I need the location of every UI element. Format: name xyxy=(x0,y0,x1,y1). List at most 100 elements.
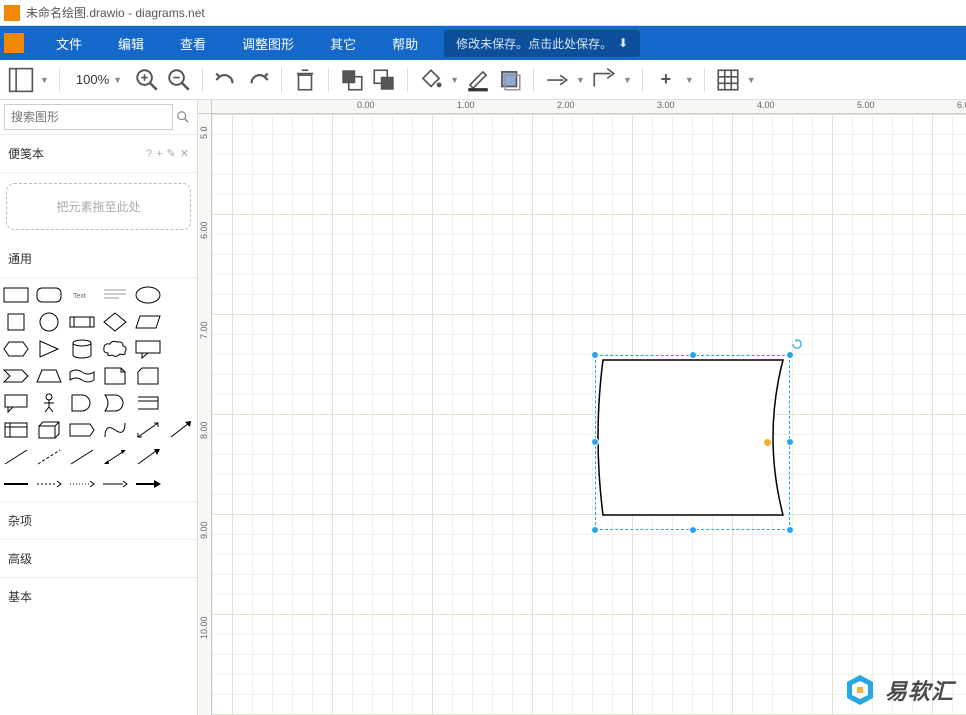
to-back-button[interactable] xyxy=(371,67,397,93)
waypoint-button[interactable] xyxy=(591,67,617,93)
shape-circle[interactable] xyxy=(35,311,63,333)
shape-internal[interactable] xyxy=(2,419,30,441)
shape-link-dash[interactable] xyxy=(35,473,63,495)
general-category-header[interactable]: 通用 xyxy=(0,240,197,278)
line-color-button[interactable] xyxy=(465,67,491,93)
basic-category[interactable]: 基本 xyxy=(0,577,197,615)
shape-rounded[interactable] xyxy=(35,284,63,306)
resize-handle-e[interactable] xyxy=(786,438,794,446)
zoom-selector[interactable]: 100% ▼ xyxy=(70,70,128,89)
shape-blank4[interactable] xyxy=(167,365,195,387)
shape-dashline[interactable] xyxy=(35,446,63,468)
undo-button[interactable] xyxy=(213,67,239,93)
shape-cylinder[interactable] xyxy=(68,338,96,360)
zoom-out-button[interactable] xyxy=(166,67,192,93)
shadow-button[interactable] xyxy=(497,67,523,93)
connection-point[interactable] xyxy=(764,439,771,446)
shape-line[interactable] xyxy=(2,446,30,468)
search-input[interactable] xyxy=(4,104,173,130)
resize-handle-s[interactable] xyxy=(689,526,697,534)
shape-callout2[interactable] xyxy=(2,392,30,414)
canvas-area[interactable]: 0.00 1.00 2.00 3.00 4.00 5.00 6.00 5.0 6… xyxy=(198,100,966,715)
resize-handle-w[interactable] xyxy=(591,438,599,446)
scratchpad-dropzone[interactable]: 把元素拖至此处 xyxy=(6,183,191,230)
dropdown-caret-icon[interactable]: ▼ xyxy=(576,75,585,85)
help-icon[interactable]: ? xyxy=(146,148,152,160)
shape-ellipse[interactable] xyxy=(134,284,162,306)
shape-blank7[interactable] xyxy=(167,473,195,495)
shape-cloud[interactable] xyxy=(101,338,129,360)
resize-handle-nw[interactable] xyxy=(591,351,599,359)
shape-triangle[interactable] xyxy=(35,338,63,360)
advanced-category[interactable]: 高级 xyxy=(0,539,197,577)
shape-cube[interactable] xyxy=(35,419,63,441)
shape-text[interactable]: Text xyxy=(68,284,96,306)
search-icon[interactable] xyxy=(173,110,193,124)
shape-link-dot[interactable] xyxy=(68,473,96,495)
scratchpad-header[interactable]: 便笺本 ? + ✎ ✕ xyxy=(0,135,197,173)
unsaved-notice[interactable]: 修改未保存。点击此处保存。 xyxy=(444,30,640,57)
shape-trapezoid[interactable] xyxy=(35,365,63,387)
menu-edit[interactable]: 编辑 xyxy=(100,34,162,53)
shape-actor[interactable] xyxy=(35,392,63,414)
delete-button[interactable] xyxy=(292,67,318,93)
menu-view[interactable]: 查看 xyxy=(162,34,224,53)
add-button[interactable]: + xyxy=(653,67,679,93)
shape-callout[interactable] xyxy=(134,338,162,360)
shape-blank[interactable] xyxy=(167,284,195,306)
dropdown-caret-icon[interactable]: ▼ xyxy=(685,75,694,85)
shape-blank5[interactable] xyxy=(167,392,195,414)
shape-bidir2[interactable] xyxy=(101,446,129,468)
add-icon[interactable]: + xyxy=(156,148,162,160)
resize-handle-ne[interactable] xyxy=(786,351,794,359)
redo-button[interactable] xyxy=(245,67,271,93)
connection-button[interactable] xyxy=(544,67,570,93)
shape-parallelogram[interactable] xyxy=(134,311,162,333)
shape-bidir[interactable] xyxy=(134,419,162,441)
shape-note[interactable] xyxy=(101,365,129,387)
dropdown-caret-icon[interactable]: ▼ xyxy=(747,75,756,85)
misc-category[interactable]: 杂项 xyxy=(0,501,197,539)
app-logo-icon[interactable] xyxy=(4,33,24,53)
menu-other[interactable]: 其它 xyxy=(312,34,374,53)
shape-card[interactable] xyxy=(134,365,162,387)
dropdown-caret-icon[interactable]: ▼ xyxy=(623,75,632,85)
shape-or[interactable] xyxy=(101,392,129,414)
resize-handle-sw[interactable] xyxy=(591,526,599,534)
shape-tape[interactable] xyxy=(68,365,96,387)
table-button[interactable] xyxy=(715,67,741,93)
shape-process[interactable] xyxy=(68,311,96,333)
shape-square[interactable] xyxy=(2,311,30,333)
resize-handle-n[interactable] xyxy=(689,351,697,359)
shape-blank6[interactable] xyxy=(167,446,195,468)
fill-color-button[interactable] xyxy=(418,67,444,93)
menu-adjust-shapes[interactable]: 调整图形 xyxy=(224,34,312,53)
shape-step[interactable] xyxy=(2,365,30,387)
shape-blank3[interactable] xyxy=(167,338,195,360)
dropdown-caret-icon[interactable]: ▼ xyxy=(450,75,459,85)
shape-textbox[interactable] xyxy=(101,284,129,306)
shape-and[interactable] xyxy=(68,392,96,414)
dropdown-caret-icon[interactable]: ▼ xyxy=(40,75,49,85)
shape-hexagon[interactable] xyxy=(2,338,30,360)
menu-help[interactable]: 帮助 xyxy=(374,34,436,53)
rotate-handle[interactable] xyxy=(792,338,802,348)
shape-curve[interactable] xyxy=(101,419,129,441)
shape-step2[interactable] xyxy=(68,419,96,441)
shape-hline[interactable] xyxy=(2,473,30,495)
to-front-button[interactable] xyxy=(339,67,365,93)
shape-datastore[interactable] xyxy=(134,392,162,414)
shape-link[interactable] xyxy=(101,473,129,495)
view-mode-button[interactable] xyxy=(8,67,34,93)
shape-arrow-ne[interactable] xyxy=(167,419,195,441)
zoom-in-button[interactable] xyxy=(134,67,160,93)
shape-blank2[interactable] xyxy=(167,311,195,333)
close-icon[interactable]: ✕ xyxy=(180,147,189,160)
resize-handle-se[interactable] xyxy=(786,526,794,534)
shape-link-bold[interactable] xyxy=(134,473,162,495)
shape-diamond[interactable] xyxy=(101,311,129,333)
shape-arrow2[interactable] xyxy=(134,446,162,468)
menu-file[interactable]: 文件 xyxy=(38,34,100,53)
shape-rect[interactable] xyxy=(2,284,30,306)
edit-icon[interactable]: ✎ xyxy=(167,147,176,160)
